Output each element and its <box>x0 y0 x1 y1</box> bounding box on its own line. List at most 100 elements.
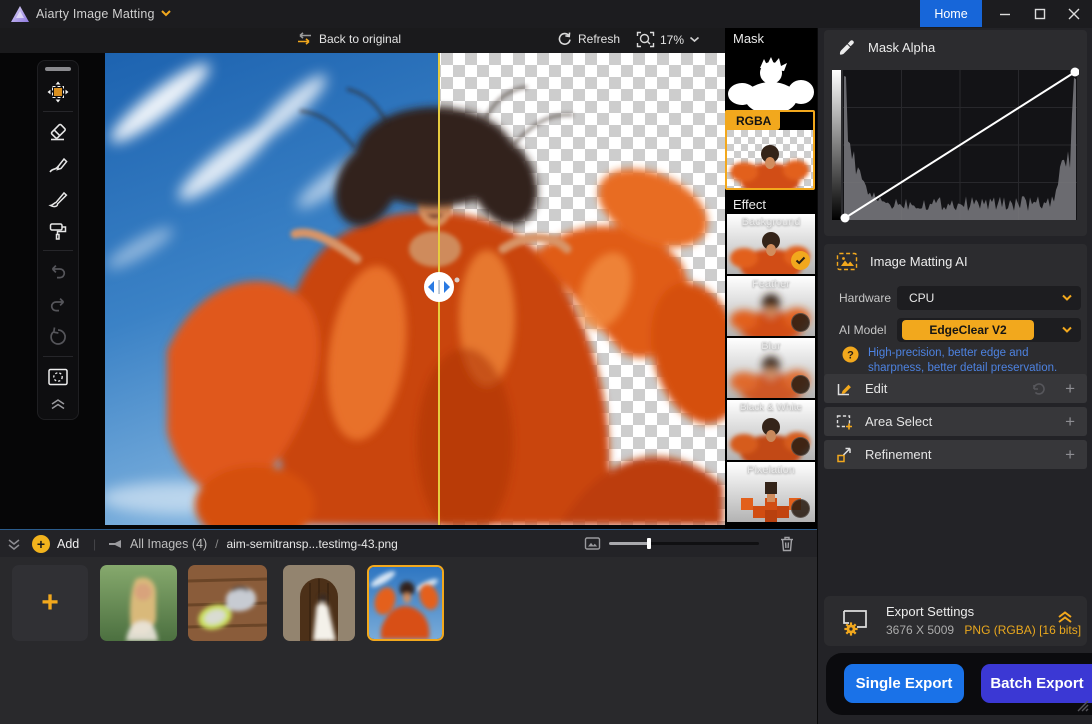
area-select-section[interactable]: Area Select + <box>824 407 1087 436</box>
effect-background[interactable]: Background <box>727 214 815 274</box>
back-arrow-icon[interactable] <box>108 538 122 550</box>
rgba-layer-selected[interactable]: RGBA <box>725 110 815 190</box>
export-dock: Single Export Batch Export <box>826 653 1092 715</box>
slider-handle[interactable] <box>647 538 651 549</box>
add-images-button[interactable]: + Add <box>32 530 79 557</box>
export-collapse-icon[interactable] <box>1057 610 1073 624</box>
image-canvas[interactable] <box>105 53 725 525</box>
effect-radio-icon <box>791 437 810 456</box>
delete-image-button[interactable] <box>779 530 795 557</box>
collapse-toolbar-button[interactable] <box>38 393 78 415</box>
area-select-label: Area Select <box>865 414 1065 429</box>
refresh-label: Refresh <box>578 32 620 46</box>
edit-undo-icon[interactable] <box>1031 382 1049 396</box>
mask-alpha-histogram[interactable] <box>832 62 1079 230</box>
gear-icon <box>844 622 857 635</box>
redo-button[interactable] <box>38 287 78 320</box>
marquee-select-button[interactable] <box>38 360 78 393</box>
rgba-tab: RGBA <box>727 112 780 130</box>
export-settings-icon <box>840 607 874 637</box>
add-plus-icon: + <box>32 535 50 553</box>
roller-tool-button[interactable] <box>38 214 78 247</box>
edit-section[interactable]: Edit + <box>824 374 1087 403</box>
area-select-expand-icon[interactable]: + <box>1065 413 1075 430</box>
maximize-button[interactable] <box>1023 0 1057 27</box>
filmstrip: + <box>0 557 817 724</box>
refinement-icon <box>835 446 853 464</box>
effect-blur[interactable]: Blur <box>727 338 815 398</box>
refinement-section[interactable]: Refinement + <box>824 440 1087 469</box>
image-thumbnail-4-selected[interactable] <box>367 565 444 641</box>
effect-radio-icon <box>791 313 810 332</box>
effect-black-white[interactable]: Black & White <box>727 400 815 460</box>
image-thumbnail-2[interactable] <box>188 565 267 641</box>
image-matting-ai-title: Image Matting AI <box>870 254 968 269</box>
effect-label: Feather <box>727 278 815 290</box>
effect-radio-icon <box>791 499 810 518</box>
edit-expand-icon[interactable]: + <box>1065 380 1075 397</box>
image-thumbnail-1[interactable] <box>100 565 177 641</box>
single-export-button[interactable]: Single Export <box>844 664 964 703</box>
swap-arrows-icon <box>296 31 313 46</box>
thumbnail-size-slider[interactable] <box>609 542 759 545</box>
effect-label: Background <box>727 216 815 228</box>
trash-icon <box>779 535 795 552</box>
reset-button[interactable] <box>38 320 78 353</box>
tool-rail <box>37 60 79 420</box>
double-chevron-up-icon <box>50 398 66 410</box>
pen-tool-button[interactable] <box>38 148 78 181</box>
minimize-button[interactable] <box>988 0 1022 27</box>
add-image-tile[interactable]: + <box>12 565 88 641</box>
toolbar-divider: | <box>93 530 96 557</box>
effect-pixelation[interactable]: Pixelation <box>727 462 815 522</box>
collapse-filmstrip-button[interactable] <box>7 530 21 557</box>
resize-grip[interactable] <box>1074 698 1090 712</box>
eraser-icon <box>47 121 69 143</box>
close-button[interactable] <box>1057 0 1091 27</box>
undo-button[interactable] <box>38 254 78 287</box>
refresh-button[interactable]: Refresh <box>556 31 620 47</box>
help-icon[interactable]: ? <box>842 346 859 363</box>
pen-icon <box>47 154 69 176</box>
current-filename: aim-semitransp...testimg-43.png <box>226 537 397 551</box>
zoom-control[interactable]: 17% <box>636 31 700 48</box>
back-to-original-button[interactable]: Back to original <box>296 31 401 46</box>
refinement-label: Refinement <box>865 447 1065 462</box>
refinement-expand-icon[interactable]: + <box>1065 446 1075 463</box>
brush-tool-button[interactable] <box>38 181 78 214</box>
hardware-value: CPU <box>897 291 1061 305</box>
all-images-link[interactable]: All Images (4) <box>130 537 207 551</box>
image-thumbnail-3[interactable] <box>283 565 355 641</box>
ai-model-label: AI Model <box>839 323 886 337</box>
ai-model-pill: EdgeClear V2 <box>902 320 1034 340</box>
effect-feather[interactable]: Feather <box>727 276 815 336</box>
curve-handle-low <box>841 214 850 223</box>
plus-icon: + <box>41 586 59 620</box>
move-tool-button[interactable] <box>38 75 78 108</box>
hardware-select[interactable]: CPU <box>897 286 1081 310</box>
app-window: Aiarty Image Matting Home Back to origin… <box>0 0 1092 724</box>
export-settings-card[interactable]: Export Settings 3676 X 5009 PNG (RGBA) [… <box>824 596 1087 646</box>
eraser-tool-button[interactable] <box>38 115 78 148</box>
svg-text:?: ? <box>847 349 854 361</box>
mask-thumbnail[interactable] <box>727 52 815 112</box>
titlebar: Aiarty Image Matting Home <box>0 0 1092 28</box>
effect-label: Pixelation <box>727 464 815 476</box>
tool-rail-drag-handle[interactable] <box>45 67 71 71</box>
zoom-value: 17% <box>660 33 684 47</box>
eyedropper-icon <box>838 38 856 56</box>
app-menu-chevron-icon[interactable] <box>160 9 172 17</box>
image-matting-icon <box>836 252 858 271</box>
area-select-icon <box>835 413 853 431</box>
thumbnail-size-control <box>584 530 759 557</box>
mask-section-label: Mask <box>733 31 764 46</box>
path-separator: / <box>215 537 218 551</box>
batch-export-label: Batch Export <box>990 675 1083 692</box>
right-panel: Mask Alpha <box>817 28 1092 724</box>
export-dimensions: 3676 X 5009 <box>886 623 954 637</box>
filmstrip-toolbar: + Add | All Images (4) / aim-semitransp.… <box>0 529 817 557</box>
ai-model-select[interactable]: EdgeClear V2 <box>897 318 1081 342</box>
home-button[interactable]: Home <box>920 0 982 27</box>
image-matting-ai-card: Image Matting AI Hardware CPU AI Model E… <box>824 244 1087 378</box>
chevron-down-icon <box>1061 294 1073 302</box>
